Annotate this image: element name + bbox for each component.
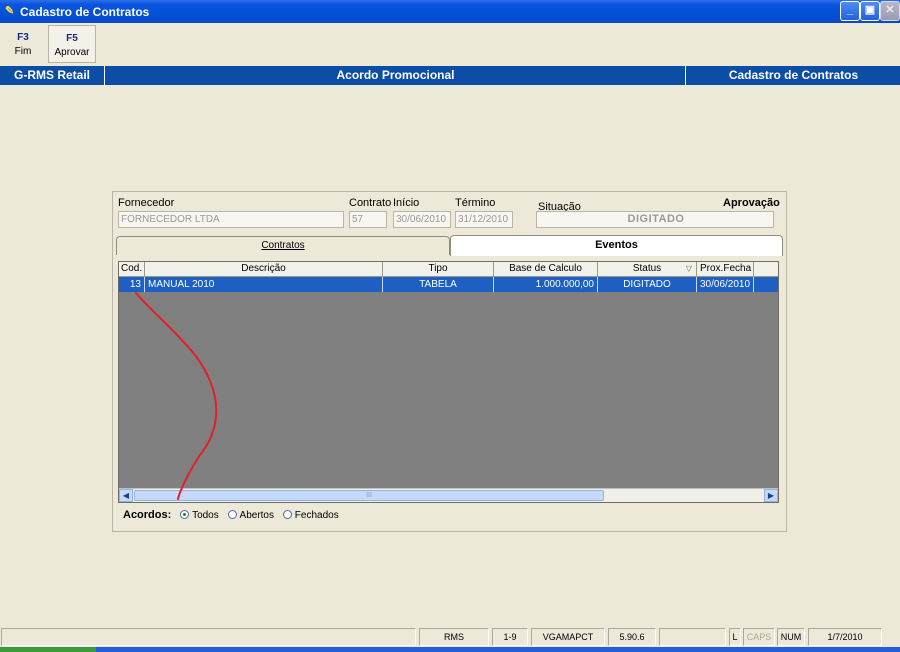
radio-todos-label: Todos — [192, 510, 219, 521]
status-l: L — [729, 628, 741, 646]
status-version: 5.90.6 — [608, 628, 656, 646]
module-name: Acordo Promocional — [106, 66, 686, 85]
start-button[interactable] — [0, 647, 96, 652]
aprovacao-label: Aprovação — [723, 197, 780, 209]
cell-base: 1.000.000,00 — [494, 277, 598, 292]
aprovar-button[interactable]: F5 Aprovar — [48, 25, 96, 63]
fim-key: F3 — [17, 32, 29, 43]
contract-panel: Fornecedor FORNECEDOR LTDA Contrato 57 I… — [112, 191, 787, 532]
radio-abertos-label: Abertos — [239, 510, 274, 521]
tab-eventos-label: Eventos — [595, 239, 638, 251]
col-status-label: Status — [632, 263, 662, 274]
fornecedor-field[interactable]: FORNECEDOR LTDA — [118, 211, 344, 228]
cell-tipo: TABELA — [383, 277, 494, 292]
taskbar — [0, 647, 900, 652]
status-user: VGAMAPCT — [531, 628, 605, 646]
cell-cod: 13 — [119, 277, 145, 292]
scroll-left-arrow-icon[interactable]: ◀ — [119, 489, 133, 502]
col-status[interactable]: Status ▽ — [598, 262, 697, 277]
col-empty — [754, 262, 778, 277]
horizontal-scrollbar[interactable]: ◀ III ▶ — [119, 488, 778, 502]
col-prox[interactable]: Prox.Fecha — [697, 262, 754, 277]
tab-eventos[interactable]: Eventos — [450, 235, 783, 256]
col-base[interactable]: Base de Calculo — [494, 262, 598, 277]
radio-fechados[interactable]: Fechados — [282, 510, 339, 521]
radio-fechados-label: Fechados — [294, 510, 339, 521]
inicio-field[interactable]: 30/06/2010 — [393, 211, 451, 228]
contrato-label: Contrato — [349, 197, 392, 209]
radio-abertos-dot[interactable] — [227, 510, 237, 519]
window-title: Cadastro de Contratos — [20, 5, 150, 19]
tab-contratos-label: Contratos — [261, 240, 305, 251]
aprovar-label: Aprovar — [54, 47, 90, 58]
grid-header: Cod. Descrição Tipo Base de Calculo Stat… — [119, 262, 778, 277]
screen-name: Cadastro de Contratos — [728, 68, 859, 82]
cell-prox: 30/06/2010 — [697, 277, 754, 292]
status-num: NUM — [777, 628, 805, 646]
scroll-right-arrow-icon[interactable]: ▶ — [764, 489, 778, 502]
situacao-field: DIGITADO — [536, 211, 774, 228]
termino-label: Término — [455, 197, 496, 209]
minimize-button[interactable]: _ — [840, 1, 860, 21]
col-tipo[interactable]: Tipo — [383, 262, 494, 277]
col-cod[interactable]: Cod. — [119, 262, 145, 277]
toolbar: F3 Fim F5 Aprovar — [0, 23, 900, 66]
fim-label: Fim — [14, 46, 32, 57]
col-descricao[interactable]: Descrição — [145, 262, 383, 277]
cell-status: DIGITADO — [598, 277, 697, 292]
status-date: 1/7/2010 — [808, 628, 882, 646]
acordos-filter: Acordos: Todos Abertos Fechados — [123, 509, 339, 521]
system-name: G-RMS Retail — [0, 66, 105, 85]
status-range: 1-9 — [492, 628, 528, 646]
radio-todos-dot[interactable] — [180, 510, 190, 519]
app-icon: ✎ — [5, 5, 15, 17]
aprovar-key: F5 — [66, 33, 78, 44]
sort-icon: ▽ — [685, 264, 692, 273]
status-caps: CAPS — [743, 628, 775, 646]
radio-todos[interactable]: Todos — [180, 510, 219, 521]
events-grid: Cod. Descrição Tipo Base de Calculo Stat… — [118, 261, 779, 503]
contrato-field[interactable]: 57 — [349, 211, 387, 228]
fim-button[interactable]: F3 Fim — [2, 25, 44, 63]
maximize-button[interactable]: ▣ — [860, 1, 880, 21]
cell-descricao: MANUAL 2010 — [145, 277, 383, 292]
cell-empty — [754, 277, 778, 292]
close-button[interactable]: ✕ — [880, 1, 900, 21]
status-blank — [659, 628, 726, 646]
table-row[interactable]: 13 MANUAL 2010 TABELA 1.000.000,00 DIGIT… — [119, 277, 778, 292]
status-rms: RMS — [419, 628, 489, 646]
radio-fechados-dot[interactable] — [282, 510, 292, 519]
scroll-thumb[interactable]: III — [134, 490, 604, 501]
fornecedor-label: Fornecedor — [118, 197, 175, 209]
status-message — [1, 628, 416, 646]
acordos-label: Acordos: — [123, 509, 172, 521]
window-title-bar: ✎ Cadastro de Contratos _ ▣ ✕ — [0, 0, 900, 23]
termino-field[interactable]: 31/12/2010 — [455, 211, 513, 228]
tab-contratos[interactable]: Contratos — [116, 236, 450, 255]
info-bar: G-RMS Retail Acordo Promocional Cadastro… — [0, 66, 900, 85]
status-bar: RMS 1-9 VGAMAPCT 5.90.6 L CAPS NUM 1/7/2… — [0, 627, 900, 647]
inicio-label: Início — [393, 197, 420, 209]
radio-abertos[interactable]: Abertos — [227, 510, 274, 521]
